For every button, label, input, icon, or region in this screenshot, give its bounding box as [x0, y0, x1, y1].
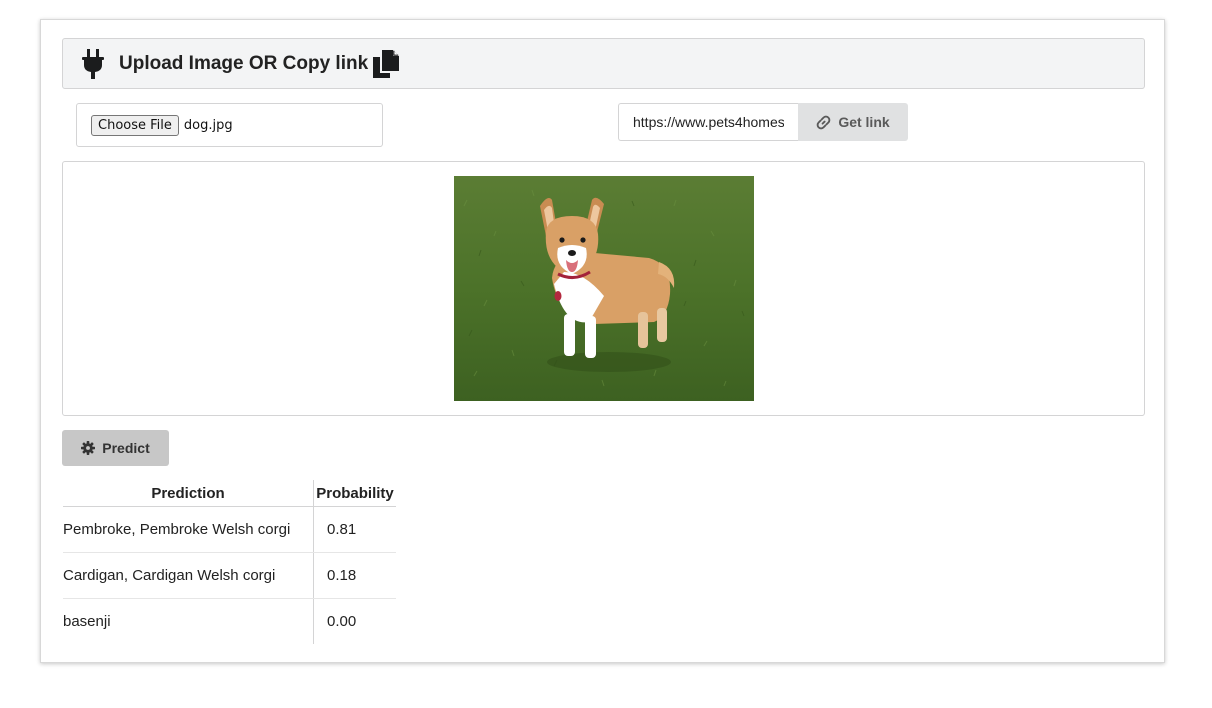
file-upload-field: Choose File dog.jpg [76, 103, 383, 147]
table-row: Pembroke, Pembroke Welsh corgi 0.81 [63, 506, 396, 553]
image-preview-panel [62, 161, 1145, 416]
table-row: basenji 0.00 [63, 598, 396, 644]
get-link-label: Get link [838, 114, 890, 130]
prediction-probability: 0.81 [313, 506, 396, 553]
prediction-probability: 0.18 [313, 552, 396, 599]
link-icon [816, 115, 831, 130]
link-input-group: Get link [618, 103, 908, 141]
prediction-label: basenji [63, 598, 314, 644]
table-row: Cardigan, Cardigan Welsh corgi 0.18 [63, 552, 396, 599]
selected-file-name: dog.jpg [183, 117, 233, 133]
page-title: Upload Image OR Copy link [119, 52, 369, 74]
copy-icon [373, 49, 401, 79]
prediction-probability: 0.00 [327, 613, 357, 630]
gear-icon [81, 441, 96, 455]
predict-button[interactable]: Predict [62, 430, 169, 466]
get-link-button[interactable]: Get link [798, 103, 908, 141]
predict-label: Predict [102, 440, 150, 456]
dog-photo [454, 176, 754, 401]
prediction-table: Prediction Probability Pembroke, Pembrok… [63, 480, 396, 644]
header-prediction: Prediction [63, 480, 314, 507]
header-probability: Probability [313, 480, 396, 507]
main-card: Upload Image OR Copy link Choose File do… [40, 19, 1165, 663]
upload-header: Upload Image OR Copy link [62, 38, 1145, 89]
prediction-label: Pembroke, Pembroke Welsh corgi [63, 506, 314, 553]
plug-icon [81, 48, 105, 79]
image-url-input[interactable] [618, 103, 798, 141]
table-header-row: Prediction Probability [63, 480, 396, 507]
choose-file-button[interactable]: Choose File [91, 114, 179, 136]
prediction-label: Cardigan, Cardigan Welsh corgi [63, 552, 314, 599]
